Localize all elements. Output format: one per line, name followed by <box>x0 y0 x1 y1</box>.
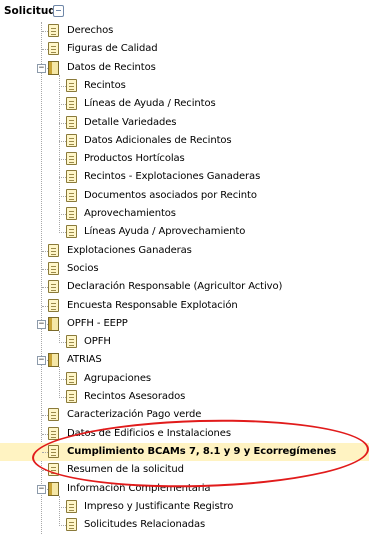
tree-item[interactable]: Datos Adicionales de Recintos <box>0 132 369 150</box>
tree-connector-line <box>59 140 66 142</box>
tree-item-label: Recintos Asesorados <box>84 391 186 402</box>
tree-item[interactable]: − ATRIAS <box>0 351 369 369</box>
tree-item-label: Derechos <box>67 25 114 36</box>
tree-item-label: Solicitudes Relacionadas <box>84 519 206 531</box>
tree-item[interactable]: Figuras de Calidad <box>0 40 369 58</box>
tree-connector-line <box>59 232 66 234</box>
tree-item-label: Datos de Recintos <box>67 61 156 73</box>
tree-item[interactable]: Aprovechamientos <box>0 205 369 223</box>
collapse-toggle-icon[interactable]: − <box>37 484 46 494</box>
document-icon <box>48 24 59 37</box>
tree-item[interactable]: Líneas Ayuda / Aprovechamiento <box>0 223 369 241</box>
tree-connector-line <box>59 122 66 124</box>
document-icon <box>48 42 59 56</box>
tree-item-label: Líneas de Ayuda / Recintos <box>84 98 216 110</box>
tree-item[interactable]: OPFH <box>0 333 369 351</box>
document-icon <box>66 97 77 111</box>
tree-item[interactable]: Impreso y Justificante Registro <box>0 498 369 516</box>
tree-connector-line <box>59 506 66 508</box>
tree-item-label: Figuras de Calidad <box>67 43 158 55</box>
tree-item-label: Impreso y Justificante Registro <box>84 500 234 512</box>
tree-item-label: Productos Hortícolas <box>84 153 185 165</box>
tree-connector-line <box>59 214 66 215</box>
tree-item-label: Explotaciones Ganaderas <box>67 244 192 256</box>
tree-connector-line <box>59 159 66 161</box>
tree-item[interactable]: − OPFH - EEPP <box>0 315 369 333</box>
tree-item[interactable]: Derechos <box>0 22 369 40</box>
tree-item[interactable]: Recintos - Explotaciones Ganaderas <box>0 168 369 186</box>
tree-item-label: Detalle Variedades <box>84 116 177 128</box>
tree-item[interactable]: Solicitudes Relacionadas <box>0 516 369 534</box>
tree-connector-line <box>59 177 66 179</box>
document-icon <box>66 499 77 513</box>
tree-item-label: Recintos - Explotaciones Ganaderas <box>84 171 261 183</box>
tree-connector-line <box>59 525 66 527</box>
document-icon <box>48 408 59 422</box>
tree-item-label: Agrupaciones <box>84 372 152 384</box>
tree-item-label: Declaración Responsable (Agricultor Acti… <box>67 281 283 293</box>
document-icon <box>66 335 77 349</box>
tree-item[interactable]: Documentos asociados por Recinto <box>0 187 369 205</box>
document-icon <box>66 133 77 147</box>
document-icon <box>48 298 59 312</box>
tree-root-title[interactable]: Solicitud <box>4 0 56 22</box>
document-icon <box>66 152 77 166</box>
tree-item-label: ATRIAS <box>67 354 102 366</box>
tree-item[interactable]: Declaración Responsable (Agricultor Acti… <box>0 278 369 296</box>
document-icon <box>66 518 77 532</box>
subtree-line <box>59 495 60 527</box>
document-icon <box>66 115 77 129</box>
document-icon <box>66 78 77 92</box>
collapse-toggle-icon[interactable]: − <box>37 356 46 366</box>
tree-item-label: Recintos <box>84 79 126 91</box>
root-collapse-icon[interactable] <box>53 5 64 17</box>
tree-item-label: Datos Adicionales de Recintos <box>84 134 232 146</box>
tree-connector-line <box>59 378 66 380</box>
document-icon <box>66 170 77 184</box>
folder-book-icon <box>48 481 59 496</box>
tree-item[interactable]: Socios <box>0 260 369 278</box>
tree-item[interactable]: Productos Hortícolas <box>0 150 369 168</box>
folder-book-icon <box>48 60 59 75</box>
folder-book-icon <box>48 353 59 368</box>
tree-connector-line <box>59 342 66 344</box>
folder-book-icon <box>48 316 59 331</box>
document-icon <box>66 188 77 202</box>
document-icon <box>48 426 59 440</box>
tree-item[interactable]: Detalle Variedades <box>0 114 369 132</box>
subtree-line <box>59 367 60 398</box>
document-icon <box>66 371 77 385</box>
tree-item-label: Documentos asociados por Recinto <box>84 189 257 201</box>
tree-item-label: Líneas Ayuda / Aprovechamiento <box>84 226 246 238</box>
tree-item[interactable]: Líneas de Ayuda / Recintos <box>0 95 369 113</box>
tree-connector-line <box>59 104 66 106</box>
document-icon <box>48 280 59 294</box>
document-icon <box>66 225 77 239</box>
tree-item-label: OPFH <box>84 336 111 348</box>
tree-item-label: Socios <box>67 262 99 274</box>
tree-item-label: Aprovechamientos <box>84 208 176 219</box>
tree-connector-line <box>59 397 66 398</box>
tree-item[interactable]: Agrupaciones <box>0 370 369 388</box>
document-icon <box>48 261 59 275</box>
tree-item-label: Encuesta Responsable Explotación <box>67 299 238 311</box>
document-icon <box>66 207 77 220</box>
tree-item[interactable]: Recintos <box>0 77 369 95</box>
subtree-line <box>59 74 60 234</box>
subtree-line <box>59 330 60 344</box>
collapse-toggle-icon[interactable]: − <box>37 63 46 73</box>
collapse-toggle-icon[interactable]: − <box>37 319 46 329</box>
tree-item[interactable]: Explotaciones Ganaderas <box>0 242 369 260</box>
tree-item-label: OPFH - EEPP <box>67 317 128 329</box>
document-icon <box>48 243 59 257</box>
tree-connector-line <box>59 195 66 197</box>
tree-item[interactable]: − Datos de Recintos <box>0 59 369 77</box>
tree-connector-line <box>59 85 66 87</box>
tree-item[interactable]: Recintos Asesorados <box>0 388 369 406</box>
tree-item[interactable]: Encuesta Responsable Explotación <box>0 297 369 315</box>
document-icon <box>66 390 77 403</box>
